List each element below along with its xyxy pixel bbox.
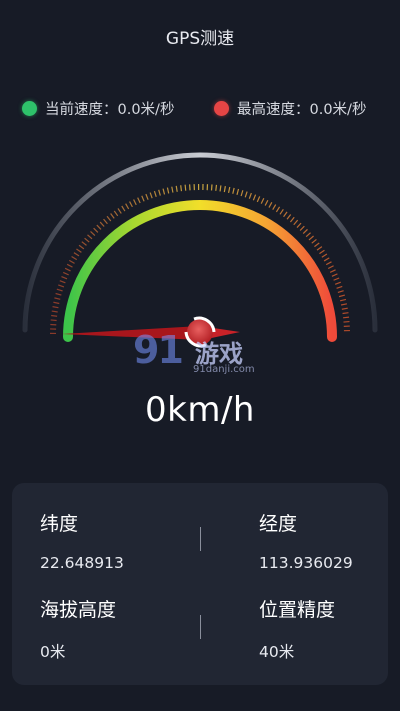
latitude-cell: 纬度 22.648913 xyxy=(40,509,124,572)
latitude-value: 22.648913 xyxy=(40,554,124,572)
gauge-outer-ring xyxy=(22,152,378,333)
longitude-value: 113.936029 xyxy=(259,554,353,572)
speed-readout: 0km/h xyxy=(145,390,255,430)
divider xyxy=(200,527,201,551)
latitude-label: 纬度 xyxy=(40,513,79,535)
speed-stats: 当前速度：0.0米/秒 最高速度：0.0米/秒 xyxy=(0,98,400,122)
green-dot-icon xyxy=(22,101,37,116)
longitude-cell: 经度 113.936029 xyxy=(259,509,353,572)
divider xyxy=(200,615,201,639)
max-speed: 最高速度：0.0米/秒 xyxy=(214,98,366,119)
current-speed: 当前速度：0.0米/秒 xyxy=(22,98,174,119)
app-title: GPS测速 xyxy=(165,29,235,49)
altitude-cell: 海拔高度 0米 xyxy=(40,595,116,662)
altitude-label: 海拔高度 xyxy=(40,599,117,621)
watermark-logo: 91 游戏 91danji.com xyxy=(133,328,255,375)
accuracy-value: 40米 xyxy=(259,643,295,661)
longitude-label: 经度 xyxy=(259,513,298,535)
current-speed-label: 当前速度：0.0米/秒 xyxy=(45,102,175,118)
red-dot-icon xyxy=(214,101,229,116)
max-speed-label: 最高速度：0.0米/秒 xyxy=(237,102,367,118)
location-info-card: 纬度 22.648913 经度 113.936029 海拔高度 0米 位置精度 … xyxy=(12,483,388,685)
accuracy-label: 位置精度 xyxy=(259,599,336,621)
altitude-value: 0米 xyxy=(40,643,66,661)
accuracy-cell: 位置精度 40米 xyxy=(259,595,335,662)
